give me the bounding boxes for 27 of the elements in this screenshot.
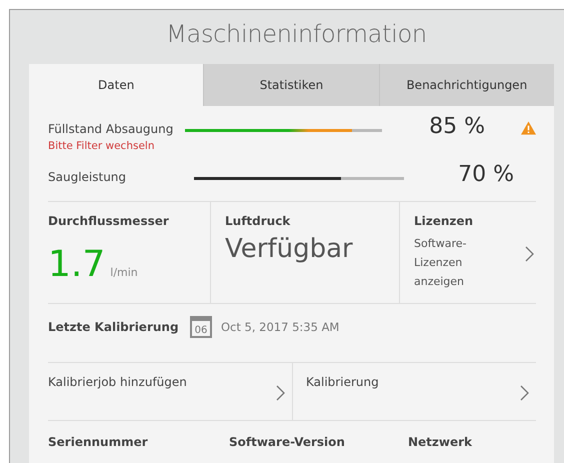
chevron-right-icon <box>520 385 529 401</box>
meter-label: Saugleistung <box>48 170 128 184</box>
chevron-right-icon <box>276 385 285 401</box>
meter-reading: 85 % <box>428 114 485 139</box>
calibration-label: Letzte Kalibrierung <box>48 320 180 334</box>
meter-label: Füllstand Absaugung <box>48 122 174 136</box>
tab[interactable]: Benachrichtigungen <box>378 64 554 106</box>
licenses-link[interactable]: Software-Lizenzen anzeigen <box>414 234 494 291</box>
flow-value: 1.7 <box>48 244 106 285</box>
warning-text: Bitte Filter wechseln <box>48 140 156 152</box>
warning-icon <box>520 121 536 135</box>
info-label: Software-Version <box>229 435 346 449</box>
tile-label: Durchflussmesser <box>48 214 170 228</box>
window-title: Maschineninformation <box>165 19 428 50</box>
calibration-date: Oct 5, 2017 5:35 AM <box>221 320 340 334</box>
chevron-right-icon <box>525 246 534 262</box>
action-button[interactable]: Kalibrierung <box>292 363 536 420</box>
calendar-icon: 06 <box>190 316 212 338</box>
status-value: Verfügbar <box>225 234 354 264</box>
unit-label: l/min <box>110 266 138 279</box>
tile-label: Luftdruck <box>225 214 292 228</box>
meter-reading: 70 % <box>457 162 514 187</box>
action-button[interactable]: Kalibrierjob hinzufügen <box>48 363 292 420</box>
tab[interactable]: Statistiken <box>203 64 379 106</box>
tile-label: Lizenzen <box>414 214 474 228</box>
info-label: Netzwerk <box>408 435 474 449</box>
info-label: Seriennummer <box>48 435 149 449</box>
